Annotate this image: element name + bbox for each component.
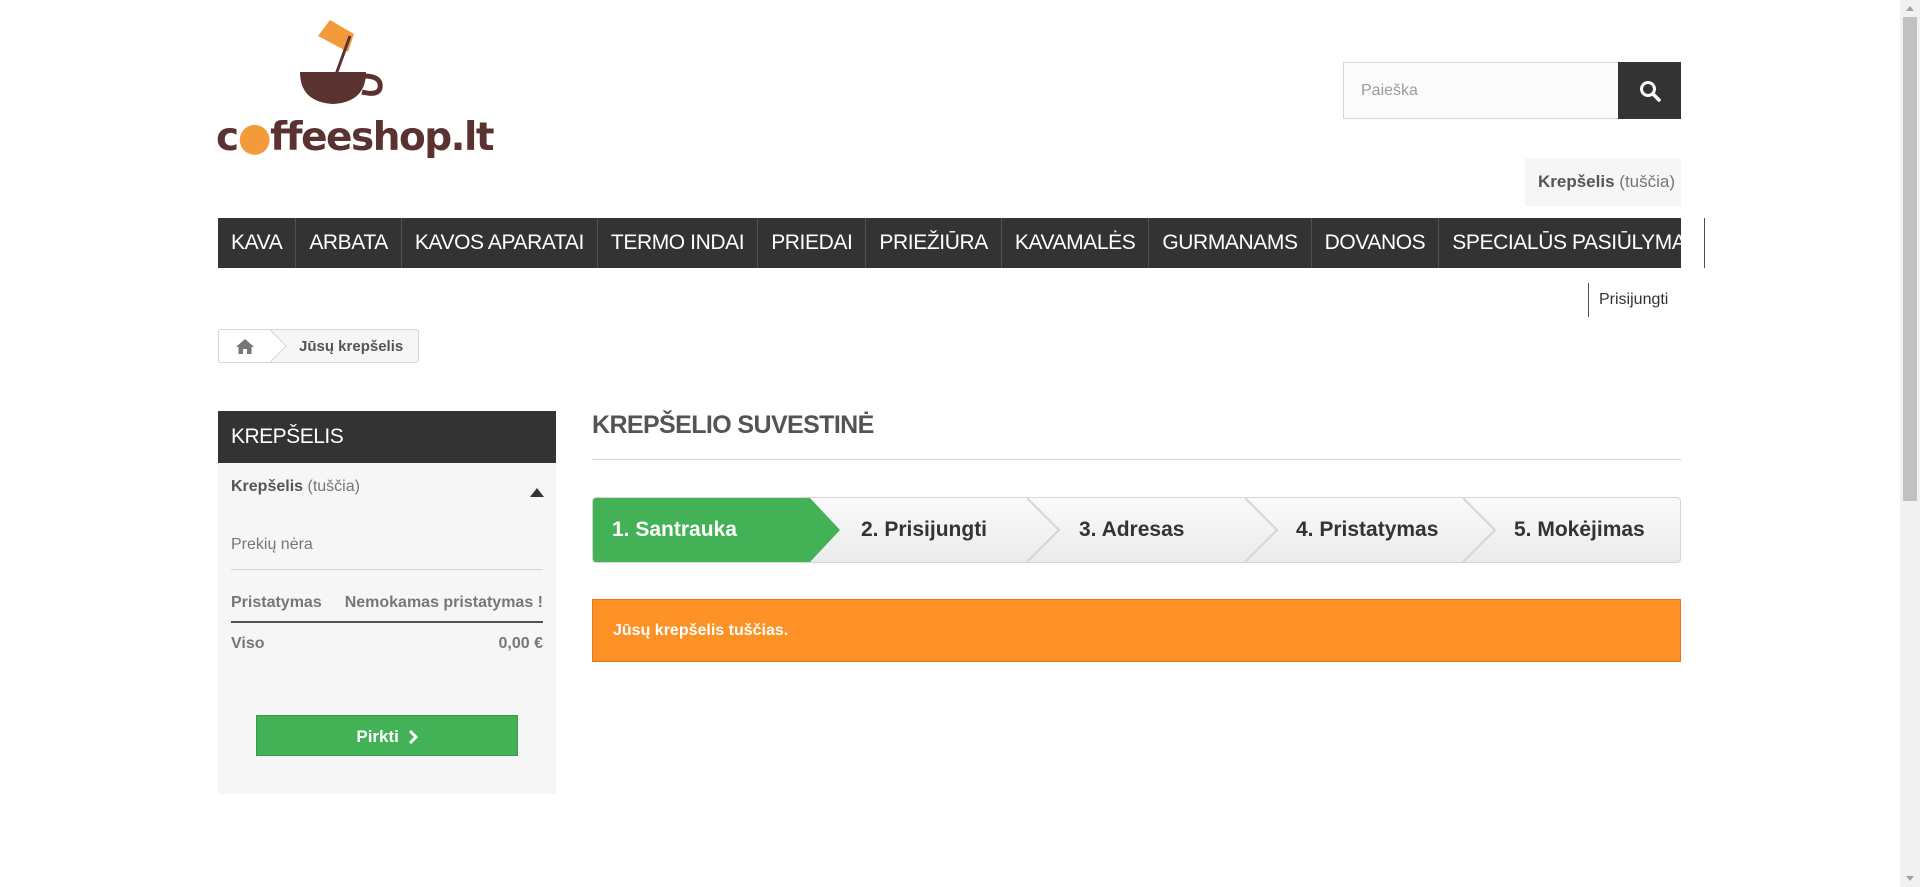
step-divider [1463, 498, 1497, 562]
page-title: KREPŠELIO SUVESTINĖ [592, 411, 874, 439]
breadcrumb: Jūsų krepšelis [218, 329, 420, 363]
step-divider [1027, 498, 1061, 562]
sidebar-cart-summary: Krepšelis (tuščia) [231, 478, 360, 496]
shipping-label: Pristatymas [231, 594, 322, 611]
menu-item-kavos-aparatai[interactable]: KAVOS APARATAI [402, 218, 598, 268]
menu-item-priedai[interactable]: PRIEDAI [758, 218, 867, 268]
coffee-cup-logo-icon [300, 20, 383, 104]
breadcrumb-home[interactable] [219, 330, 271, 362]
step-divider [1245, 498, 1279, 562]
search-input[interactable] [1343, 62, 1619, 119]
logo-wordmark: c●ffeeshop.lt [216, 115, 495, 160]
header-cart-status: (tuščia) [1619, 172, 1676, 191]
page-scrollbar[interactable] [1900, 0, 1920, 887]
step-payment[interactable]: 5. Mokėjimas [1514, 498, 1645, 562]
sidebar-cart-title[interactable]: KREPŠELIS [218, 411, 556, 463]
menu-item-gurmanams[interactable]: GURMANAMS [1149, 218, 1312, 268]
sidebar-empty-text: Prekių nėra [231, 536, 313, 553]
shipping-value: Nemokamas pristatymas ! [344, 594, 543, 611]
divider [231, 621, 543, 623]
buy-button[interactable]: Pirkti [256, 715, 518, 756]
divider [231, 569, 543, 570]
login-link[interactable]: Prisijungti [1588, 283, 1668, 317]
divider [592, 459, 1681, 460]
menu-item-kava[interactable]: KAVA [218, 218, 297, 268]
header-cart-label: Krepšelis [1538, 172, 1615, 191]
buy-button-label: Pirkti [356, 727, 399, 746]
scroll-up-arrow-icon[interactable] [1900, 0, 1920, 17]
sidebar-cart-label: Krepšelis [231, 478, 304, 495]
scroll-down-arrow-icon[interactable] [1900, 870, 1920, 887]
site-logo[interactable]: c●ffeeshop.lt [216, 16, 495, 161]
step-summary[interactable]: 1. Santrauka [593, 498, 810, 562]
breadcrumb-current: Jūsų krepšelis [299, 337, 404, 355]
step-arrow [810, 498, 840, 562]
menu-item-kavamales[interactable]: KAVAMALĖS [1002, 218, 1150, 268]
step-login[interactable]: 2. Prisijungti [861, 498, 987, 562]
scrollbar-thumb[interactable] [1903, 17, 1917, 501]
checkout-steps: 1. Santrauka 2. Prisijungti 3. Adresas 4… [592, 497, 1681, 563]
chevron-right-icon [408, 730, 418, 744]
main-menu: KAVA ARBATA KAVOS APARATAI TERMO INDAI P… [218, 218, 1705, 268]
menu-item-arbata[interactable]: ARBATA [296, 218, 402, 268]
step-address[interactable]: 3. Adresas [1079, 498, 1184, 562]
sidebar-cart-status: (tuščia) [307, 478, 360, 495]
menu-item-termo-indai[interactable]: TERMO INDAI [598, 218, 759, 268]
empty-cart-alert: Jūsų krepšelis tuščias. [592, 599, 1681, 662]
step-shipping[interactable]: 4. Pristatymas [1296, 498, 1438, 562]
menu-item-dovanos[interactable]: DOVANOS [1312, 218, 1440, 268]
collapse-up-icon[interactable] [530, 488, 544, 497]
menu-item-prieziura[interactable]: PRIEŽIŪRA [866, 218, 1002, 268]
total-value: 0,00 € [498, 635, 543, 652]
total-label: Viso [231, 635, 265, 652]
home-icon [236, 338, 254, 354]
page: c●ffeeshop.lt Krepšelis (tuščia) KAVA AR… [0, 0, 1900, 887]
search-icon [1639, 80, 1661, 102]
sidebar-cart-block: KREPŠELIS Krepšelis (tuščia) Prekių nėra… [218, 411, 556, 794]
menu-item-specialus-pasiulymai[interactable]: SPECIALŪS PASIŪLYMAI [1439, 218, 1705, 268]
search-button[interactable] [1618, 62, 1681, 119]
coffee-bean-icon: ● [237, 115, 272, 160]
header-cart[interactable]: Krepšelis (tuščia) [1525, 158, 1681, 206]
search-form [1343, 62, 1681, 119]
